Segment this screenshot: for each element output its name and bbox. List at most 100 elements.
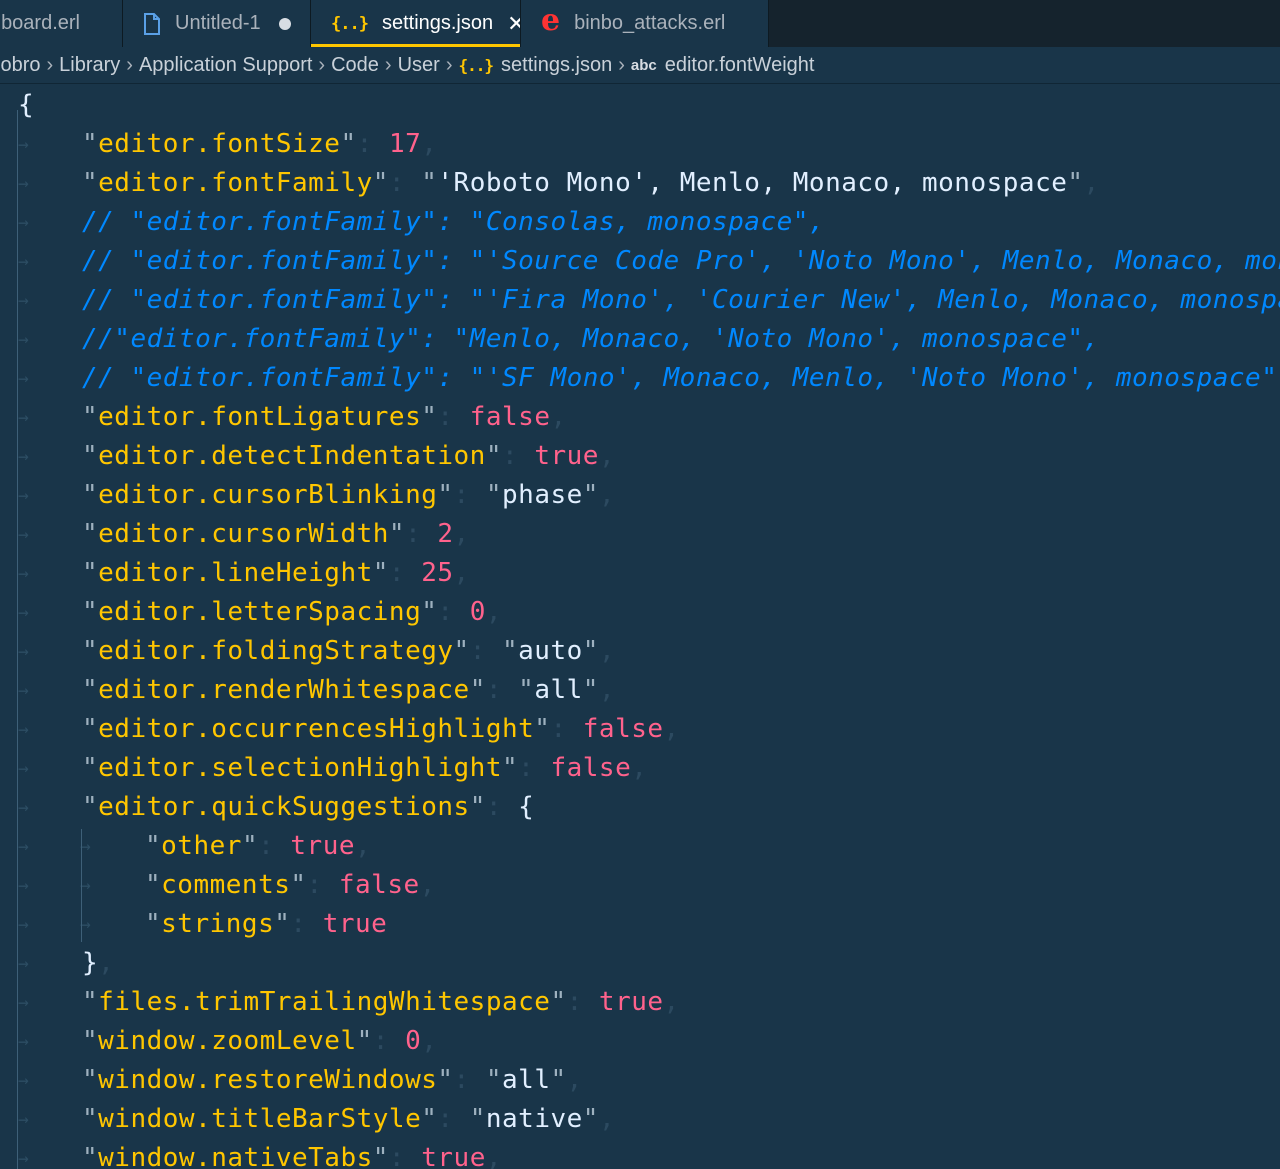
code-line[interactable]: // "editor.fontFamily": "'Source Code Pr… [82, 242, 1280, 281]
breadcrumb-item[interactable]: Application Support [139, 54, 312, 77]
code-token-q: " [502, 636, 519, 666]
code-token-key: editor.letterSpacing [98, 597, 422, 627]
code-token-comment: //"editor.fontFamily": "Menlo, Monaco, '… [82, 324, 1100, 354]
code-token-q: " [388, 519, 406, 549]
code-token-colon: : [469, 636, 502, 666]
code-line[interactable]: "editor.selectionHighlight": false, [82, 749, 647, 788]
code-token-q: " [437, 480, 454, 510]
code-token-punct: , [421, 129, 438, 159]
code-token-str: auto [518, 636, 583, 666]
code-line[interactable]: // "editor.fontFamily": "'Fira Mono', 'C… [82, 281, 1280, 320]
code-token-punct: , [1083, 168, 1100, 198]
code-token-q: " [485, 1065, 503, 1095]
code-line[interactable]: { [18, 86, 34, 125]
code-token-comment: // "editor.fontFamily": "'Fira Mono', 'C… [82, 285, 1280, 315]
close-icon[interactable]: ✕ [507, 12, 520, 35]
code-token-brace: } [82, 948, 99, 978]
code-line[interactable]: "files.trimTrailingWhitespace": true, [82, 983, 680, 1022]
code-line[interactable]: "editor.letterSpacing": 0, [82, 593, 502, 632]
code-line[interactable]: "editor.detectIndentation": true, [82, 437, 615, 476]
code-token-q: " [356, 1026, 373, 1056]
code-token-colon: : [453, 480, 486, 510]
whitespace-tab-icon: → [18, 251, 29, 272]
code-line[interactable]: "editor.renderWhitespace": "all", [82, 671, 615, 710]
code-token-punct: , [485, 1143, 503, 1169]
code-line[interactable]: "editor.fontSize": 17, [82, 125, 437, 164]
json-icon: {..} [331, 13, 369, 34]
whitespace-tab-icon: → [18, 641, 29, 662]
breadcrumb-item-settings-json[interactable]: {..} settings.json [458, 54, 612, 77]
code-token-colon: : [372, 1026, 406, 1056]
whitespace-tab-icon: → [18, 446, 29, 467]
code-line[interactable]: "window.nativeTabs": true, [82, 1139, 502, 1169]
code-token-colon: : [566, 987, 599, 1017]
code-token-q: " [421, 168, 438, 198]
code-line[interactable]: "window.titleBarStyle": "native", [82, 1100, 615, 1139]
code-token-colon: : [453, 1065, 486, 1095]
breadcrumb-item[interactable]: lobro [0, 54, 40, 77]
code-line[interactable]: // "editor.fontFamily": "'SF Mono', Mona… [82, 359, 1280, 398]
code-token-key: window.titleBarStyle [98, 1104, 422, 1134]
whitespace-tab-icon: → [18, 1109, 29, 1130]
code-editor[interactable]: {"editor.fontSize": 17, → "editor.fontFami… [0, 84, 1280, 1169]
code-line[interactable]: "editor.quickSuggestions": { [82, 788, 534, 827]
code-line[interactable]: "editor.cursorWidth": 2, [82, 515, 470, 554]
breadcrumb: lobro › Library › Application Support › … [0, 47, 1280, 84]
code-line[interactable]: "editor.lineHeight": 25, [82, 554, 470, 593]
code-line[interactable]: // "editor.fontFamily": "Consolas, monos… [82, 203, 825, 242]
whitespace-tab-icon: → [18, 1070, 29, 1091]
code-token-colon: : [518, 753, 551, 783]
code-line[interactable]: "comments": false, [145, 866, 436, 905]
indent-guide [17, 110, 18, 1169]
whitespace-tab-icon: → [18, 485, 29, 506]
whitespace-tab-icon: → [18, 953, 29, 974]
code-token-q: " [82, 636, 99, 666]
code-token-q: " [82, 675, 99, 705]
breadcrumb-item-symbol[interactable]: abc editor.fontWeight [631, 54, 815, 77]
code-line[interactable]: "window.restoreWindows": "all", [82, 1061, 583, 1100]
code-token-q: " [550, 987, 567, 1017]
code-token-num: 0 [469, 597, 486, 627]
code-token-q: " [421, 1104, 438, 1134]
tab-settings-json[interactable]: {..} settings.json ✕ [311, 0, 521, 47]
code-token-str: all [502, 1065, 551, 1095]
code-line[interactable]: "editor.cursorBlinking": "phase", [82, 476, 615, 515]
code-token-punct: , [419, 870, 436, 900]
tab-label: Untitled-1 [175, 12, 261, 34]
whitespace-tab-icon: → [18, 758, 29, 779]
code-token-num: false [469, 402, 551, 432]
tab-board-erl[interactable]: board.erl [0, 0, 123, 47]
code-token-q: " [82, 1065, 99, 1095]
code-line[interactable]: "editor.occurrencesHighlight": false, [82, 710, 680, 749]
code-token-punct: , [598, 675, 616, 705]
chevron-right-icon: › [618, 53, 625, 76]
code-token-q: " [82, 480, 99, 510]
code-token-key: editor.cursorBlinking [98, 480, 438, 510]
whitespace-tab-icon: → [80, 875, 91, 896]
code-line[interactable]: "window.zoomLevel": 0, [82, 1022, 437, 1061]
breadcrumb-item[interactable]: Code [331, 54, 379, 77]
unsaved-dot-icon[interactable] [278, 17, 291, 30]
code-line[interactable]: "editor.fontFamily": "'Roboto Mono', Men… [82, 164, 1100, 203]
code-token-q: " [582, 1104, 599, 1134]
tab-untitled-1[interactable]: Untitled-1 [123, 0, 311, 47]
code-token-num: 17 [388, 129, 422, 159]
code-token-q: " [82, 168, 99, 198]
code-token-key: editor.selectionHighlight [98, 753, 502, 783]
code-line[interactable]: "editor.foldingStrategy": "auto", [82, 632, 615, 671]
code-token-q: " [485, 480, 503, 510]
code-token-q: " [582, 480, 599, 510]
code-token-num: false [338, 870, 420, 900]
code-token-colon: : [356, 129, 389, 159]
code-token-key: editor.fontFamily [98, 168, 373, 198]
code-line[interactable]: "other": true, [145, 827, 371, 866]
breadcrumb-item[interactable]: User [398, 54, 440, 77]
code-token-q: " [469, 792, 486, 822]
code-token-str: 'Roboto Mono', Menlo, Monaco, monospace [437, 168, 1068, 198]
code-line[interactable]: "editor.fontLigatures": false, [82, 398, 567, 437]
code-line[interactable]: //"editor.fontFamily": "Menlo, Monaco, '… [82, 320, 1100, 359]
breadcrumb-item[interactable]: Library [59, 54, 120, 77]
code-line[interactable]: "strings": true [145, 905, 387, 944]
tab-binbo-attacks-erl[interactable]: e binbo_attacks.erl [521, 0, 769, 47]
code-line[interactable]: }, [82, 944, 114, 983]
